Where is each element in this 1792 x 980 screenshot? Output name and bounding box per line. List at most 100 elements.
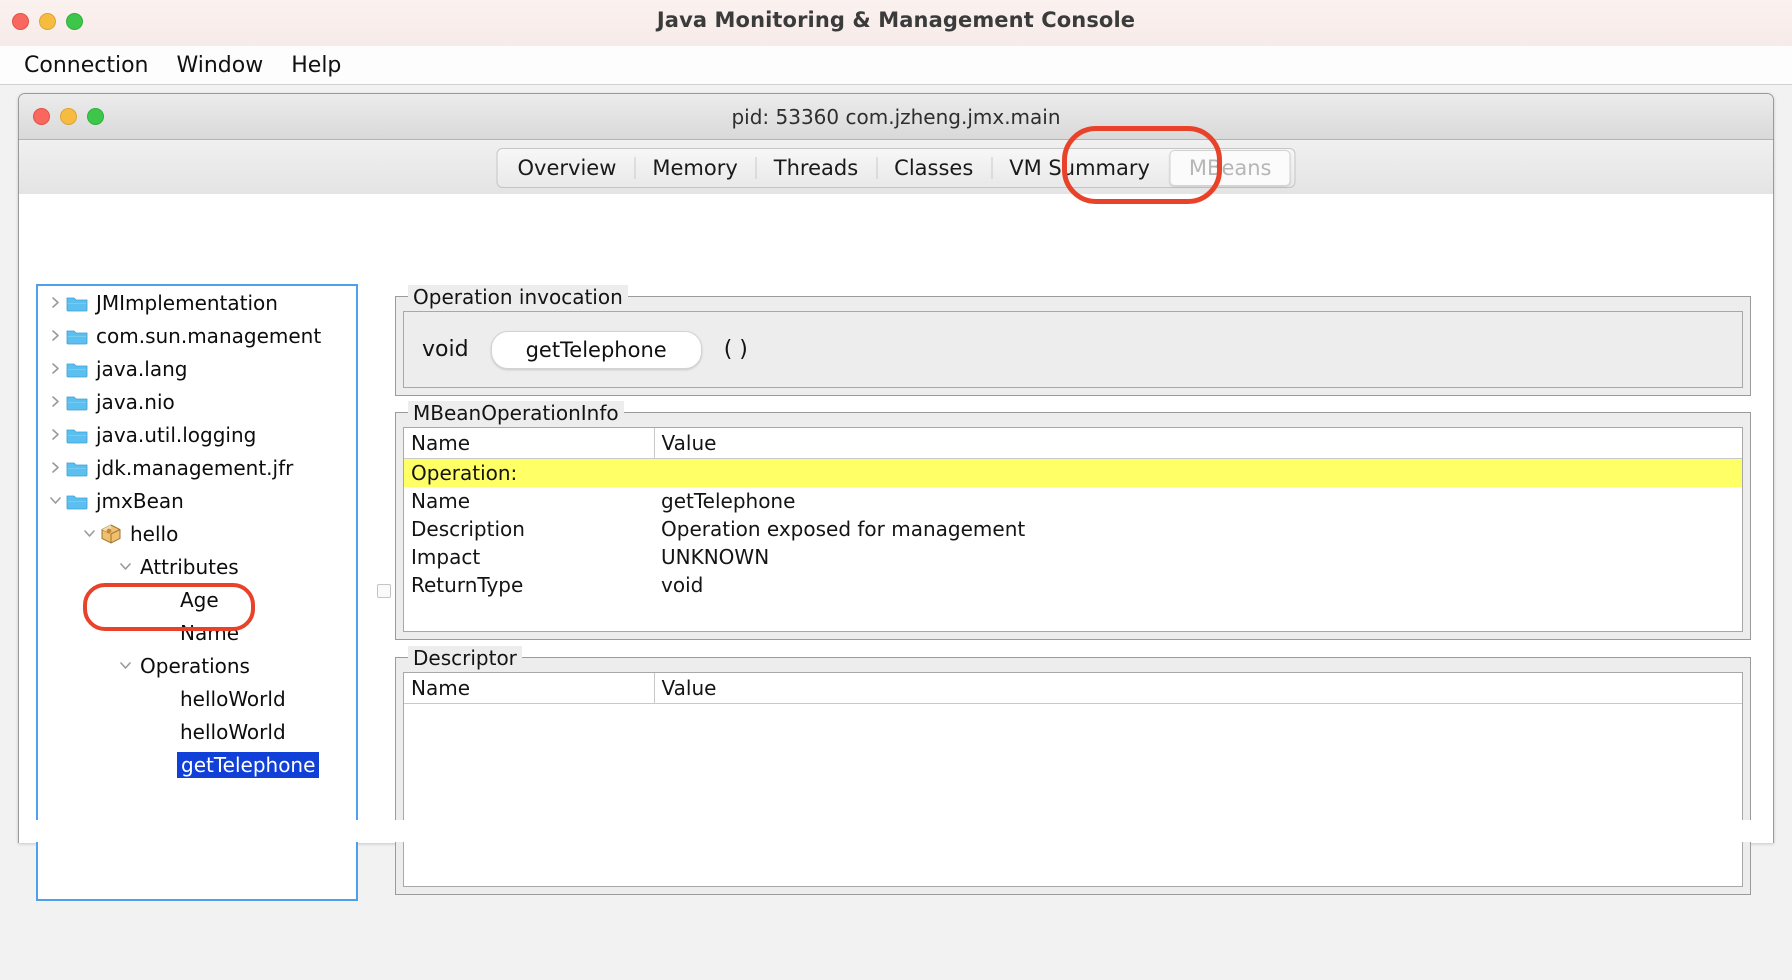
tree-node-jmimplementation[interactable]: JMImplementation <box>38 286 356 319</box>
return-type-label: void <box>422 337 469 362</box>
parameters-label: ( ) <box>723 337 748 362</box>
cell-name: ReturnType <box>411 573 524 597</box>
tree-node-operations[interactable]: Operations <box>38 649 356 682</box>
mbean-tree-panel[interactable]: JMImplementation com.sun.management java… <box>36 284 358 901</box>
split-pane-divider-handle[interactable] <box>377 584 391 598</box>
chevron-right-icon[interactable] <box>44 461 66 474</box>
tab-mbeans[interactable]: MBeans <box>1169 150 1291 186</box>
cell-value: getTelephone <box>661 489 796 513</box>
chevron-right-icon[interactable] <box>44 296 66 309</box>
menu-bar: Connection Window Help <box>0 46 1792 85</box>
tree-node-label: JMImplementation <box>96 290 278 315</box>
mbean-operation-info-body: Name Value Operation: Name getTelephone … <box>403 427 1743 632</box>
tree-node-java-lang[interactable]: java.lang <box>38 352 356 385</box>
chevron-right-icon[interactable] <box>44 329 66 342</box>
tab-list: Overview Memory Threads Classes VM Summa… <box>496 148 1296 188</box>
tree-node-age[interactable]: Age <box>38 583 356 616</box>
mbeans-content-area: JMImplementation com.sun.management java… <box>19 194 1773 901</box>
tree-node-label: Attributes <box>140 554 239 579</box>
table-row[interactable]: Impact UNKNOWN <box>404 543 1742 571</box>
tree-node-com-sun-management[interactable]: com.sun.management <box>38 319 356 352</box>
tree-node-label: jdk.management.jfr <box>96 455 294 480</box>
tab-overview[interactable]: Overview <box>500 150 635 186</box>
outer-window-title: Java Monitoring & Management Console <box>656 8 1136 32</box>
chevron-down-icon[interactable] <box>44 495 66 506</box>
folder-icon <box>66 327 88 345</box>
mbean-operation-info-group: MBeanOperationInfo Name Value Operation:… <box>395 401 1751 640</box>
menu-item-connection[interactable]: Connection <box>10 51 162 80</box>
tab-vm-summary[interactable]: VM Summary <box>991 150 1168 186</box>
tree-node-gettelephone[interactable]: getTelephone <box>38 748 356 781</box>
internal-frame-title: pid: 53360 com.jzheng.jmx.main <box>731 105 1061 129</box>
tree-node-label: java.nio <box>96 389 175 414</box>
menu-item-window[interactable]: Window <box>162 51 277 80</box>
tree-node-name[interactable]: Name <box>38 616 356 649</box>
tree-node-label: Name <box>180 620 240 645</box>
descriptor-group: Descriptor Name Value <box>395 646 1751 895</box>
tree-node-label: Age <box>180 587 219 612</box>
chevron-right-icon[interactable] <box>44 395 66 408</box>
descriptor-title: Descriptor <box>408 646 522 670</box>
column-header-value[interactable]: Value <box>653 428 1742 459</box>
folder-icon <box>66 426 88 444</box>
cell-name: Impact <box>411 545 481 569</box>
folder-icon <box>66 360 88 378</box>
cell-value <box>654 458 1742 487</box>
table-row[interactable]: Name getTelephone <box>404 487 1742 515</box>
tree-node-label: Operations <box>140 653 250 678</box>
chevron-down-icon[interactable] <box>114 561 136 572</box>
tree-node-label: helloWorld <box>180 686 286 711</box>
tab-threads[interactable]: Threads <box>755 150 876 186</box>
folder-icon <box>66 294 88 312</box>
mbean-detail-pane: Operation invocation void getTelephone (… <box>395 282 1751 903</box>
table-row[interactable]: Operation: <box>404 458 1742 487</box>
tree-node-label: java.util.logging <box>96 422 257 447</box>
descriptor-body: Name Value <box>403 672 1743 887</box>
application-window: Java Monitoring & Management Console Con… <box>0 0 1792 980</box>
tree-node-helloworld-2[interactable]: helloWorld <box>38 715 356 748</box>
tree-node-jmxbean[interactable]: jmxBean <box>38 484 356 517</box>
descriptor-table: Name Value <box>404 673 1742 704</box>
operation-invocation-title: Operation invocation <box>408 285 628 309</box>
internal-frame: pid: 53360 com.jzheng.jmx.main Overview … <box>18 93 1774 901</box>
tab-memory[interactable]: Memory <box>634 150 755 186</box>
invoke-operation-button[interactable]: getTelephone <box>490 330 702 369</box>
tree-node-label: helloWorld <box>180 719 286 744</box>
tree-node-java-util-logging[interactable]: java.util.logging <box>38 418 356 451</box>
cell-value: void <box>661 573 704 597</box>
tab-strip: Overview Memory Threads Classes VM Summa… <box>19 140 1773 223</box>
tree-node-java-nio[interactable]: java.nio <box>38 385 356 418</box>
tree-node-attributes[interactable]: Attributes <box>38 550 356 583</box>
tree-node-label: hello <box>130 521 179 546</box>
table-header-row: Name Value <box>404 428 1742 459</box>
tree-node-label: java.lang <box>96 356 188 381</box>
column-header-name[interactable]: Name <box>404 673 654 704</box>
table-header-row: Name Value <box>404 673 1742 704</box>
mbean-icon <box>100 523 122 544</box>
column-header-name[interactable]: Name <box>404 428 654 459</box>
chevron-right-icon[interactable] <box>44 362 66 375</box>
column-header-value[interactable]: Value <box>653 673 1742 704</box>
mbean-operation-info-title: MBeanOperationInfo <box>408 401 624 425</box>
chevron-right-icon[interactable] <box>44 428 66 441</box>
tree-node-label: getTelephone <box>177 751 320 778</box>
cell-value: Operation exposed for management <box>661 517 1026 541</box>
table-row[interactable]: Description Operation exposed for manage… <box>404 515 1742 543</box>
tree-node-helloworld-1[interactable]: helloWorld <box>38 682 356 715</box>
folder-icon <box>66 393 88 411</box>
internal-frame-titlebar: pid: 53360 com.jzheng.jmx.main <box>19 94 1773 140</box>
menu-item-help[interactable]: Help <box>277 51 355 80</box>
operation-invocation-group: Operation invocation void getTelephone (… <box>395 285 1751 396</box>
tree-node-label: com.sun.management <box>96 323 322 348</box>
operation-invocation-row: void getTelephone ( ) <box>404 312 1742 387</box>
chevron-down-icon[interactable] <box>114 660 136 671</box>
table-row[interactable]: ReturnType void <box>404 571 1742 599</box>
tree-node-hello[interactable]: hello <box>38 517 356 550</box>
folder-icon <box>66 492 88 510</box>
tab-classes[interactable]: Classes <box>876 150 991 186</box>
folder-icon <box>66 459 88 477</box>
chevron-down-icon[interactable] <box>78 528 100 539</box>
internal-frame-bottom-strip <box>19 820 1773 842</box>
cell-name: Operation: <box>404 458 654 487</box>
tree-node-jdk-management-jfr[interactable]: jdk.management.jfr <box>38 451 356 484</box>
